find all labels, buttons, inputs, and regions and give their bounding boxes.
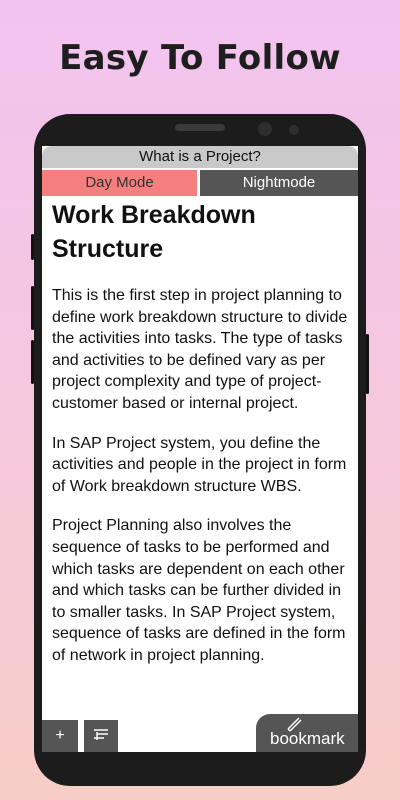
phone-camera [258,122,272,136]
add-button[interactable]: + [42,720,78,752]
day-mode-button[interactable]: Day Mode [42,170,197,196]
night-mode-button[interactable]: Nightmode [200,170,358,196]
app-screen: What is a Project? Day Mode Nightmode Wo… [42,146,358,752]
article-heading: Work Breakdown Structure [52,201,256,263]
phone-side-button-right [366,334,369,394]
promo-headline: Easy To Follow [59,38,341,78]
phone-speaker [175,124,225,131]
article-paragraph-2: In SAP Project system, you define the ac… [52,434,347,495]
phone-side-button-left-2 [31,286,34,330]
list-button[interactable] [84,720,118,752]
article-paragraph-1: This is the first step in project planni… [52,287,348,412]
bookmark-label: bookmark [270,729,345,748]
phone-side-button-left-1 [31,234,34,260]
phone-frame: What is a Project? Day Mode Nightmode Wo… [31,114,369,786]
list-icon [93,727,109,746]
article-paragraph-3: Project Planning also involves the seque… [52,517,346,664]
app-title: What is a Project? [42,146,358,168]
phone-side-button-left-3 [31,340,34,384]
bookmark-button[interactable]: bookmark [256,714,358,752]
phone-sensor [289,125,299,135]
bottom-toolbar: + bookmark [42,714,358,752]
article-content: Work Breakdown Structure This is the fir… [52,198,348,667]
